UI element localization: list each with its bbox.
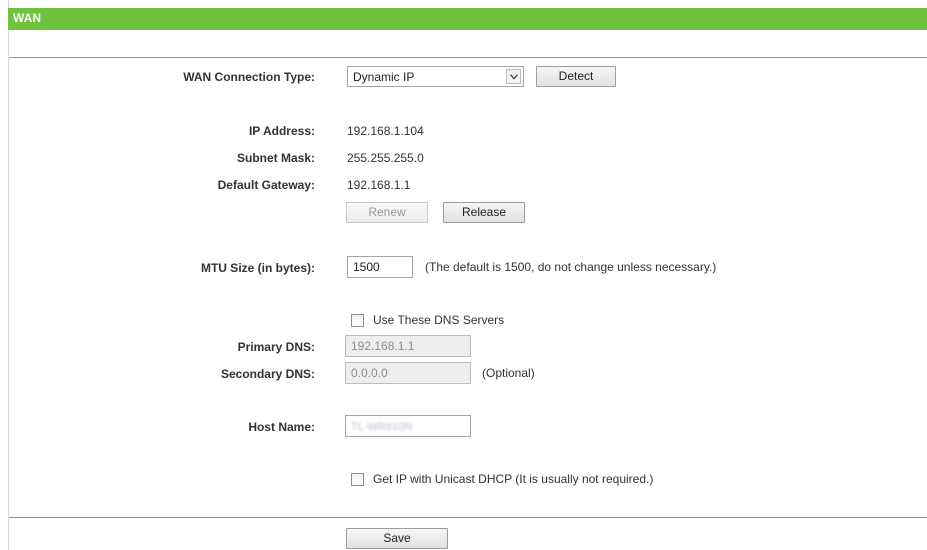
renew-button[interactable]: Renew	[346, 202, 428, 223]
wan-connection-type-value: Dynamic IP	[353, 70, 415, 84]
wan-settings-page: WAN WAN Connection Type: Dynamic IP Dete…	[0, 0, 927, 550]
primary-dns-input[interactable]: 192.168.1.1	[345, 335, 471, 357]
secondary-dns-label: Secondary DNS:	[220, 367, 315, 381]
ip-address-label: IP Address:	[248, 124, 315, 138]
default-gateway-label: Default Gateway:	[217, 178, 315, 192]
host-name-label: Host Name:	[248, 420, 315, 434]
left-border	[8, 0, 9, 550]
use-dns-servers-label: Use These DNS Servers	[373, 313, 505, 327]
release-button[interactable]: Release	[443, 202, 525, 223]
mtu-size-input[interactable]: 1500	[347, 256, 413, 278]
primary-dns-label: Primary DNS:	[237, 340, 315, 354]
default-gateway-value: 192.168.1.1	[347, 178, 411, 192]
unicast-dhcp-checkbox[interactable]	[351, 473, 364, 486]
host-name-input[interactable]: TL-WR810N	[345, 415, 471, 437]
secondary-dns-optional-hint: (Optional)	[482, 366, 535, 380]
ip-address-value: 192.168.1.104	[347, 124, 424, 138]
host-name-value: TL-WR810N	[351, 421, 413, 433]
top-divider	[9, 57, 927, 58]
page-title: WAN	[13, 11, 41, 25]
title-bar: WAN	[8, 8, 927, 30]
chevron-down-icon[interactable]	[506, 69, 521, 84]
secondary-dns-input[interactable]: 0.0.0.0	[345, 362, 471, 384]
bottom-divider	[9, 517, 927, 518]
subnet-mask-label: Subnet Mask:	[236, 151, 315, 165]
mtu-size-hint: (The default is 1500, do not change unle…	[425, 260, 717, 274]
detect-button[interactable]: Detect	[536, 66, 616, 87]
wan-connection-type-label: WAN Connection Type:	[183, 70, 315, 84]
unicast-dhcp-label: Get IP with Unicast DHCP (It is usually …	[373, 472, 654, 486]
subnet-mask-value: 255.255.255.0	[347, 151, 424, 165]
wan-connection-type-select[interactable]: Dynamic IP	[347, 66, 524, 87]
save-button[interactable]: Save	[346, 528, 448, 549]
mtu-size-label: MTU Size (in bytes):	[200, 261, 315, 275]
use-dns-servers-checkbox[interactable]	[351, 314, 364, 327]
